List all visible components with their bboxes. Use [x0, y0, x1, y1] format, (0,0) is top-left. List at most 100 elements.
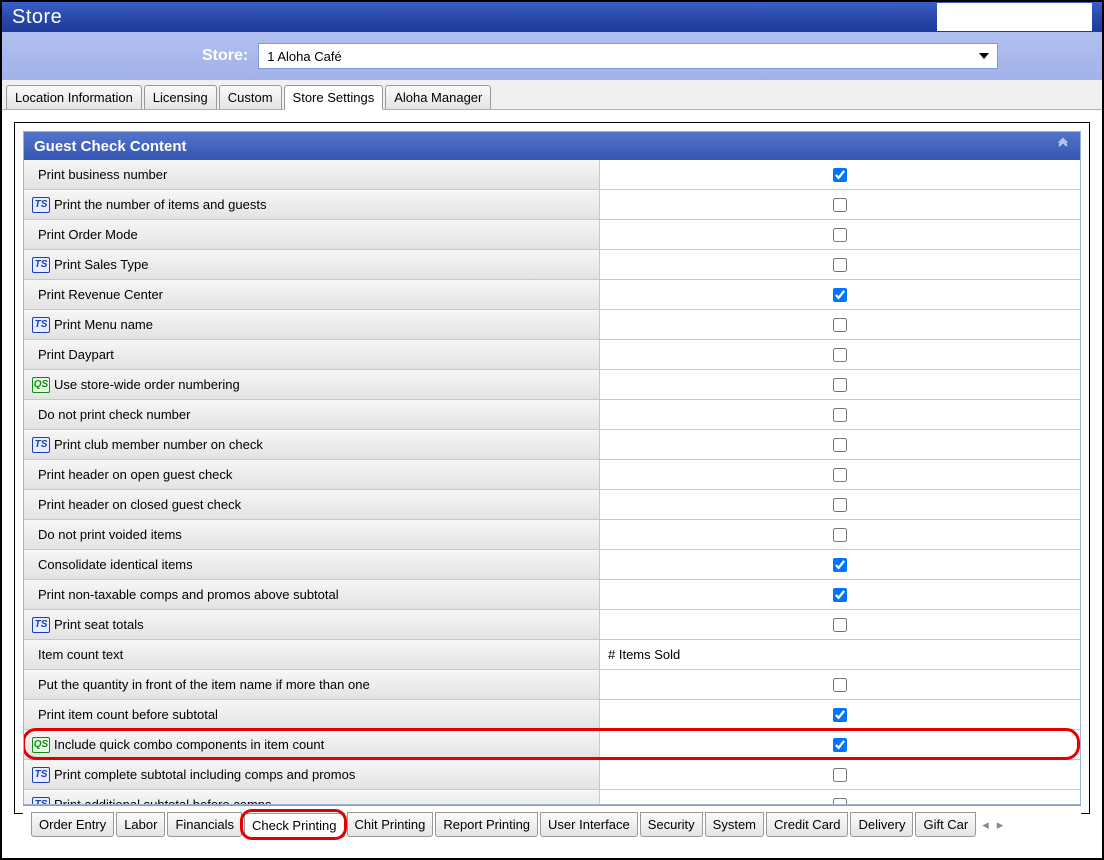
setting-label-text: Put the quantity in front of the item na… [38, 677, 370, 692]
setting-checkbox[interactable] [833, 528, 847, 542]
ts-icon: TS [32, 767, 50, 783]
setting-row: Print Daypart [24, 340, 1080, 370]
ts-icon: TS [32, 437, 50, 453]
setting-label-text: Item count text [38, 647, 123, 662]
setting-row: Print header on closed guest check [24, 490, 1080, 520]
setting-checkbox[interactable] [833, 378, 847, 392]
setting-label-text: Print non-taxable comps and promos above… [38, 587, 339, 602]
bottom-tab-check-printing[interactable]: Check Printing [244, 813, 345, 838]
setting-row: TSPrint additional subtotal before comps [24, 790, 1080, 804]
setting-value-cell [600, 790, 1080, 804]
setting-label-text: Print Order Mode [38, 227, 138, 242]
setting-label-text: Do not print check number [38, 407, 190, 422]
setting-text-value[interactable]: # Items Sold [608, 647, 680, 662]
bottom-tab-chit-printing[interactable]: Chit Printing [347, 812, 434, 837]
setting-checkbox[interactable] [833, 288, 847, 302]
setting-value-cell [600, 220, 1080, 249]
setting-row: Print Order Mode [24, 220, 1080, 250]
bottom-tab-report-printing[interactable]: Report Printing [435, 812, 538, 837]
bottom-tab-financials[interactable]: Financials [167, 812, 242, 837]
setting-label-text: Print additional subtotal before comps [54, 797, 272, 804]
setting-row: TS Print complete subtotal including comp… [24, 760, 1080, 790]
setting-checkbox[interactable] [833, 768, 847, 782]
setting-checkbox[interactable] [833, 708, 847, 722]
bottom-tab-gift-car[interactable]: Gift Car [915, 812, 976, 837]
setting-label-cell: TSPrint seat totals [24, 610, 600, 639]
setting-checkbox[interactable] [833, 438, 847, 452]
setting-row: Print Revenue Center [24, 280, 1080, 310]
setting-row: TSPrint seat totals [24, 610, 1080, 640]
setting-value-cell [600, 310, 1080, 339]
title-right-blank [937, 3, 1092, 31]
setting-checkbox[interactable] [833, 468, 847, 482]
bottom-tab-credit-card[interactable]: Credit Card [766, 812, 848, 837]
setting-checkbox[interactable] [833, 408, 847, 422]
ts-icon: TS [32, 257, 50, 273]
qs-icon: QS [32, 377, 50, 393]
setting-label-cell: Do not print voided items [24, 520, 600, 549]
setting-checkbox[interactable] [833, 228, 847, 242]
setting-label-text: Print Menu name [54, 317, 153, 332]
setting-checkbox[interactable] [833, 198, 847, 212]
setting-value-cell [600, 460, 1080, 489]
tab-scroll-right-icon[interactable]: ▸ [993, 817, 1008, 833]
bottom-tab-system[interactable]: System [705, 812, 764, 837]
setting-label-text: Print business number [38, 167, 167, 182]
setting-checkbox[interactable] [833, 738, 847, 752]
setting-label-cell: Print business number [24, 160, 600, 189]
setting-row: Print header on open guest check [24, 460, 1080, 490]
top-tab-store-settings[interactable]: Store Settings [284, 85, 384, 110]
setting-label-text: Print complete subtotal including comps … [54, 767, 355, 782]
setting-row: Consolidate identical items [24, 550, 1080, 580]
setting-label-text: Print the number of items and guests [54, 197, 266, 212]
setting-value-cell [600, 430, 1080, 459]
top-tabbar: Location InformationLicensingCustomStore… [2, 80, 1102, 110]
top-tab-licensing[interactable]: Licensing [144, 85, 217, 109]
setting-checkbox[interactable] [833, 348, 847, 362]
setting-label-text: Print seat totals [54, 617, 144, 632]
top-tab-aloha-manager[interactable]: Aloha Manager [385, 85, 491, 109]
bottom-tab-security[interactable]: Security [640, 812, 703, 837]
panel-inner: Guest Check Content Print business numbe… [23, 131, 1081, 805]
setting-checkbox[interactable] [833, 258, 847, 272]
bottom-tab-delivery[interactable]: Delivery [850, 812, 913, 837]
setting-checkbox[interactable] [833, 318, 847, 332]
setting-row: Do not print check number [24, 400, 1080, 430]
setting-label-cell: Consolidate identical items [24, 550, 600, 579]
setting-label-text: Use store-wide order numbering [54, 377, 240, 392]
setting-checkbox[interactable] [833, 498, 847, 512]
setting-label-cell: Print non-taxable comps and promos above… [24, 580, 600, 609]
setting-label-cell: Print Daypart [24, 340, 600, 369]
settings-grid[interactable]: Print business number TS Print the number … [24, 160, 1080, 804]
title-bar: Store [2, 2, 1102, 32]
setting-checkbox[interactable] [833, 588, 847, 602]
setting-value-cell [600, 490, 1080, 519]
setting-value-cell [600, 670, 1080, 699]
setting-row: TSPrint club member number on check [24, 430, 1080, 460]
store-selector-row: Store: 1 Aloha Café [2, 32, 1102, 80]
ts-icon: TS [32, 197, 50, 213]
store-dropdown[interactable]: 1 Aloha Café [258, 43, 998, 69]
setting-value-cell [600, 580, 1080, 609]
setting-label-cell: TSPrint Menu name [24, 310, 600, 339]
setting-row: Item count text # Items Sold [24, 640, 1080, 670]
top-tab-location-information[interactable]: Location Information [6, 85, 142, 109]
collapse-icon[interactable] [1056, 137, 1070, 155]
setting-checkbox[interactable] [833, 558, 847, 572]
bottom-tab-order-entry[interactable]: Order Entry [31, 812, 114, 837]
setting-row: TSPrint Menu name [24, 310, 1080, 340]
setting-checkbox[interactable] [833, 168, 847, 182]
setting-checkbox[interactable] [833, 678, 847, 692]
setting-row: Print non-taxable comps and promos above… [24, 580, 1080, 610]
section-header[interactable]: Guest Check Content [24, 132, 1080, 160]
setting-label-text: Consolidate identical items [38, 557, 193, 572]
top-tab-custom[interactable]: Custom [219, 85, 282, 109]
setting-checkbox[interactable] [833, 798, 847, 805]
qs-icon: QS [32, 737, 50, 753]
tab-scroll-left-icon[interactable]: ◂ [978, 817, 993, 833]
bottom-tab-labor[interactable]: Labor [116, 812, 165, 837]
bottom-tab-user-interface[interactable]: User Interface [540, 812, 638, 837]
setting-checkbox[interactable] [833, 618, 847, 632]
chevron-down-icon [979, 53, 989, 59]
setting-label-text: Print Sales Type [54, 257, 148, 272]
